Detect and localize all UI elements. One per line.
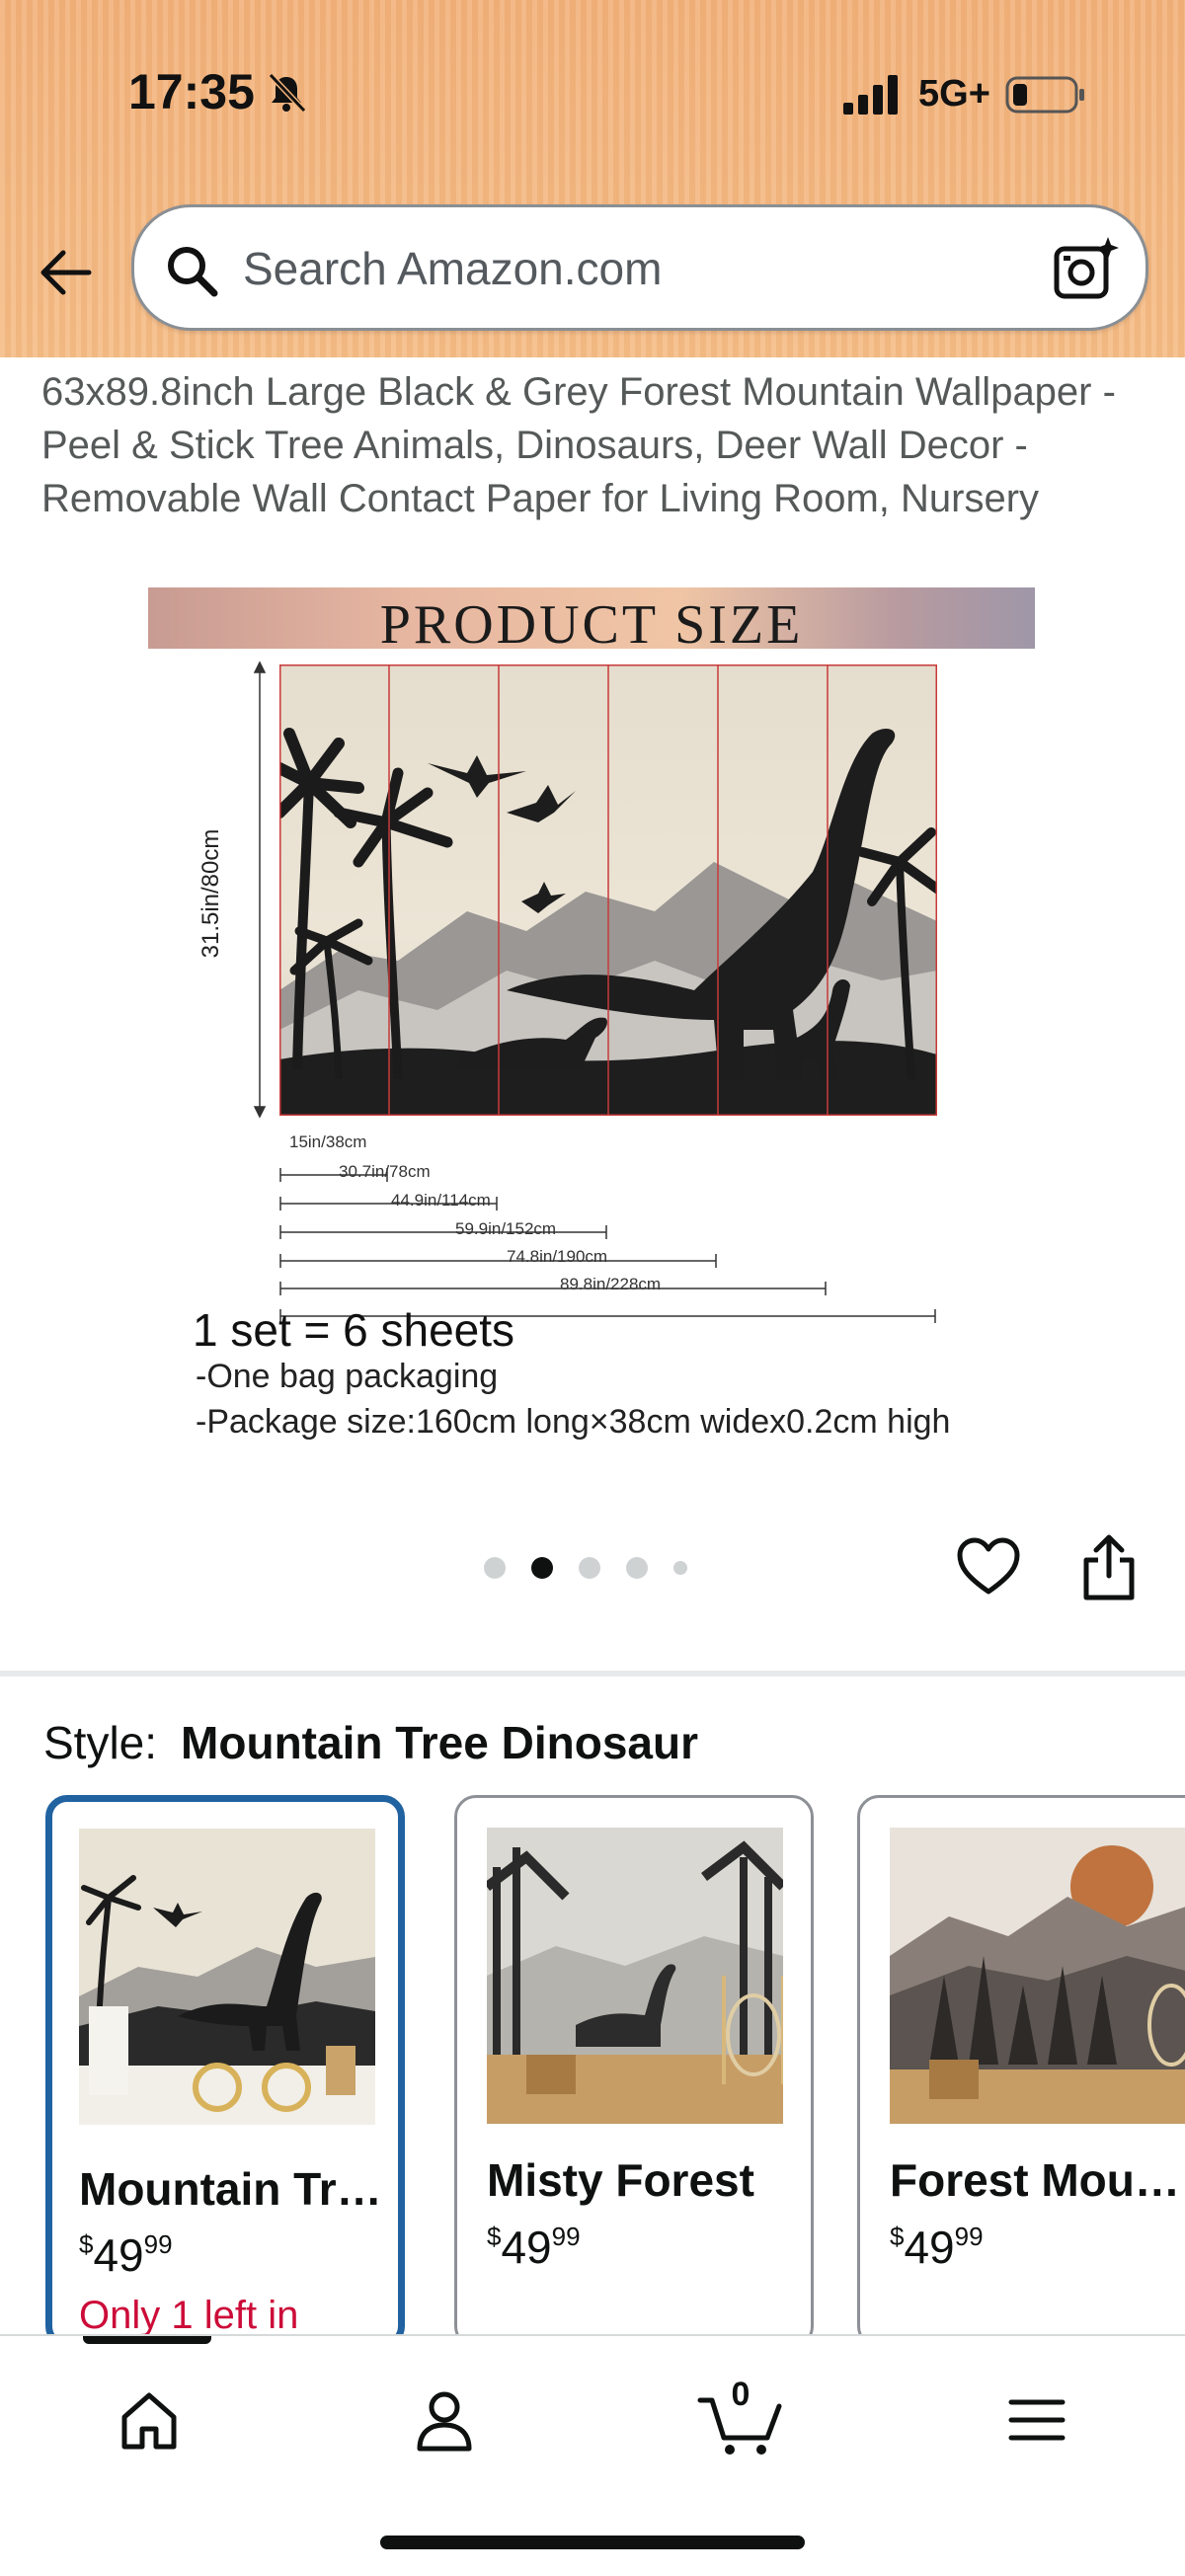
- style-label: Style:: [43, 1717, 158, 1768]
- cart-count-badge: 0: [731, 2376, 750, 2413]
- network-type: 5G+: [918, 73, 990, 115]
- style-thumbnail: [79, 1829, 375, 2125]
- width-label: 44.9in/114cm: [391, 1191, 491, 1210]
- style-option-price: $4999: [487, 2222, 581, 2273]
- style-option-card[interactable]: Forest Mountain $4999: [857, 1795, 1185, 2348]
- style-selector-label: Style: Mountain Tree Dinosaur: [43, 1716, 698, 1769]
- style-option-name: Forest Mountain: [890, 2154, 1185, 2206]
- nav-menu[interactable]: [992, 2376, 1081, 2464]
- set-count: 1 set = 6 sheets: [193, 1304, 515, 1356]
- section-divider: [0, 1671, 1185, 1677]
- style-option-price: $4999: [79, 2229, 173, 2281]
- heart-icon[interactable]: [956, 1536, 1021, 1598]
- home-indicator: [380, 2536, 805, 2549]
- style-thumbnail: [890, 1828, 1185, 2124]
- account-icon: [417, 2391, 472, 2452]
- share-icon[interactable]: [1078, 1532, 1140, 1601]
- width-label: 74.8in/190cm: [507, 1247, 608, 1266]
- battery-icon: [1005, 76, 1084, 114]
- size-banner-title: PRODUCT SIZE: [379, 594, 804, 656]
- bell-muted-icon: [268, 72, 307, 114]
- camera-lens-icon[interactable]: [1051, 235, 1120, 304]
- search-input[interactable]: [243, 231, 1033, 306]
- style-selected-value: Mountain Tree Dinosaur: [181, 1717, 698, 1768]
- menu-icon: [1008, 2399, 1066, 2441]
- nav-account[interactable]: [400, 2376, 489, 2464]
- style-thumbnail: [487, 1828, 783, 2124]
- width-label: 15in/38cm: [289, 1132, 367, 1151]
- carousel-dot[interactable]: [484, 1557, 506, 1579]
- style-option-card[interactable]: Misty Forest $4999: [454, 1795, 814, 2348]
- carousel-dot-active[interactable]: [531, 1557, 553, 1579]
- nav-cart[interactable]: 0: [696, 2376, 785, 2464]
- signal-icon: [843, 75, 898, 115]
- stock-warning: Only 1 left in: [79, 2294, 299, 2337]
- search-icon: [168, 247, 218, 297]
- style-option-price: $4999: [890, 2222, 984, 2273]
- packaging-line: -Package size:160cm long×38cm widex0.2cm…: [196, 1403, 951, 1441]
- active-tab-indicator: [83, 2336, 211, 2344]
- style-option-name: Misty Forest: [487, 2154, 754, 2206]
- arrow-left-icon[interactable]: [36, 243, 95, 302]
- packaging-line: -One bag packaging: [196, 1358, 499, 1395]
- carousel-dot[interactable]: [626, 1557, 648, 1579]
- carousel-dots[interactable]: [484, 1555, 687, 1581]
- product-title[interactable]: 63x89.8inch Large Black & Grey Forest Mo…: [41, 365, 1138, 525]
- status-time: 17:35: [128, 64, 255, 119]
- search-bar[interactable]: [131, 204, 1148, 331]
- style-option-card[interactable]: Mountain Tree Dinosaur $4999 Only 1 left…: [45, 1795, 405, 2348]
- nav-home[interactable]: [105, 2376, 194, 2464]
- header: 17:35 5G+: [0, 0, 1185, 357]
- product-image[interactable]: PRODUCT SIZE 31.5in/80cm 15in/38cm 30.7i…: [148, 587, 1037, 1456]
- carousel-dot[interactable]: [579, 1557, 600, 1579]
- height-label: 31.5in/80cm: [198, 828, 224, 959]
- carousel-dot[interactable]: [673, 1561, 687, 1575]
- width-label: 30.7in/78cm: [339, 1162, 431, 1181]
- style-option-name: Mountain Tree Dinosaur: [79, 2163, 385, 2215]
- home-icon: [121, 2392, 177, 2450]
- width-label: 89.8in/228cm: [560, 1275, 662, 1293]
- width-label: 59.9in/152cm: [455, 1219, 557, 1238]
